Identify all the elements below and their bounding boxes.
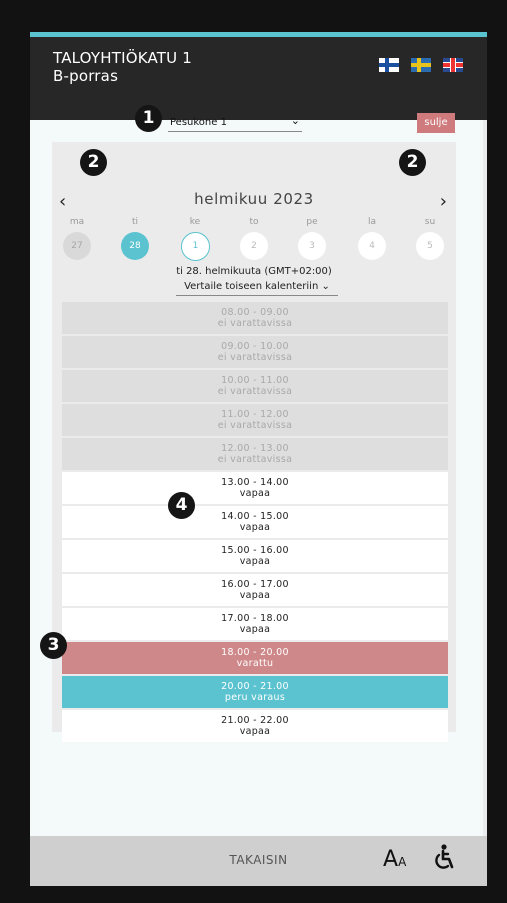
time-slot-unavailable: 11.00 - 12.00 ei varattavissa [62, 404, 448, 436]
time-slot-unavailable: 08.00 - 09.00 ei varattavissa [62, 302, 448, 334]
language-switcher [379, 58, 463, 72]
slot-time: 13.00 - 14.00 [221, 477, 289, 488]
compare-calendar-label: Vertaile toiseen kalenteriin [184, 281, 319, 292]
font-size-icon[interactable]: AA [383, 847, 406, 872]
weekday-label: ti [131, 217, 139, 227]
slot-status: ei varattavissa [217, 386, 293, 397]
staircase-name: B-porras [53, 67, 119, 85]
scrollbar[interactable] [483, 120, 487, 868]
slot-status: ei varattavissa [217, 352, 293, 363]
font-size-small: A [398, 855, 407, 869]
slot-time: 08.00 - 09.00 [221, 307, 289, 318]
chevron-down-icon: ⌄ [290, 114, 300, 127]
time-slot-free[interactable]: 16.00 - 17.00 vapaa [62, 574, 448, 606]
slot-time: 16.00 - 17.00 [221, 579, 289, 590]
month-title: helmikuu 2023 [194, 190, 314, 208]
day-row: 27 28 1 2 3 4 5 [52, 232, 456, 264]
building-name: TALOYHTIÖKATU 1 [53, 49, 193, 67]
annotation-marker: 2 [399, 149, 426, 176]
slot-status: vapaa [239, 522, 271, 533]
time-slot-booked: 18.00 - 20.00 varattu [62, 642, 448, 674]
day-cell-today[interactable]: 1 [181, 232, 210, 261]
time-slot-unavailable: 10.00 - 11.00 ei varattavissa [62, 370, 448, 402]
weekday-label: la [367, 217, 376, 227]
slot-time: 09.00 - 10.00 [221, 341, 289, 352]
time-slot-free[interactable]: 14.00 - 15.00 vapaa [62, 506, 448, 538]
slot-time: 20.00 - 21.00 [221, 681, 289, 692]
chevron-down-icon: ⌄ [321, 281, 330, 292]
se-flag-icon[interactable] [411, 58, 431, 72]
weekday-label: su [424, 217, 436, 227]
weekday-label: pe [306, 217, 318, 227]
weekday-label: ke [189, 217, 201, 227]
machine-select-value: Pesukone 1 [170, 117, 227, 128]
slot-status: vapaa [239, 488, 271, 499]
footer-bar: TAKAISIN AA [30, 836, 487, 886]
day-cell-selected[interactable]: 28 [121, 232, 149, 260]
fi-flag-icon[interactable] [379, 58, 399, 72]
slot-time: 15.00 - 16.00 [221, 545, 289, 556]
slot-status: ei varattavissa [217, 318, 293, 329]
slot-status: vapaa [239, 590, 271, 601]
font-size-big: A [383, 847, 399, 872]
time-slot-list: 08.00 - 09.00 ei varattavissa 09.00 - 10.… [62, 302, 448, 744]
slot-time: 21.00 - 22.00 [221, 715, 289, 726]
day-cell[interactable]: 3 [298, 232, 326, 260]
time-slot-free[interactable]: 13.00 - 14.00 vapaa [62, 472, 448, 504]
slot-status: ei varattavissa [217, 454, 293, 465]
annotation-marker: 2 [80, 149, 107, 176]
accessibility-icon[interactable] [432, 844, 456, 876]
weekday-label: ma [69, 217, 85, 227]
slot-status: varattu [236, 658, 274, 669]
slot-time: 10.00 - 11.00 [221, 375, 289, 386]
day-cell[interactable]: 27 [63, 232, 91, 260]
calendar-panel: ‹ helmikuu 2023 › ma ti ke to pe la su 2… [52, 142, 456, 742]
annotation-marker: 4 [168, 492, 195, 519]
slot-time: 18.00 - 20.00 [221, 647, 289, 658]
device-frame: TALOYHTIÖKATU 1 B-porras Pesukone 1 ⌄ su… [0, 0, 507, 903]
time-slot-unavailable: 12.00 - 13.00 ei varattavissa [62, 438, 448, 470]
slot-status: vapaa [239, 556, 271, 567]
slot-time: 12.00 - 13.00 [221, 443, 289, 454]
time-slot-own-booking[interactable]: 20.00 - 21.00 peru varaus [62, 676, 448, 708]
annotation-marker: 1 [135, 105, 162, 132]
slot-status: vapaa [239, 726, 271, 737]
slot-time: 17.00 - 18.00 [221, 613, 289, 624]
time-slot-free[interactable]: 21.00 - 22.00 vapaa [62, 710, 448, 742]
slot-time: 11.00 - 12.00 [221, 409, 289, 420]
slot-status: ei varattavissa [217, 420, 293, 431]
cancel-booking-label: peru varaus [224, 692, 286, 703]
machine-select[interactable]: Pesukone 1 ⌄ [168, 114, 302, 132]
day-cell[interactable]: 5 [416, 232, 444, 260]
slot-time: 14.00 - 15.00 [221, 511, 289, 522]
day-cell[interactable]: 4 [358, 232, 386, 260]
time-slot-free[interactable]: 15.00 - 16.00 vapaa [62, 540, 448, 572]
close-button[interactable]: sulje [417, 113, 455, 133]
annotation-marker: 3 [40, 632, 67, 659]
time-slot-free[interactable]: 17.00 - 18.00 vapaa [62, 608, 448, 640]
weekday-row: ma ti ke to pe la su [52, 217, 456, 227]
day-cell[interactable]: 2 [240, 232, 268, 260]
time-slot-unavailable: 09.00 - 10.00 ei varattavissa [62, 336, 448, 368]
header: TALOYHTIÖKATU 1 B-porras [30, 37, 487, 120]
uk-flag-icon[interactable] [443, 58, 463, 72]
weekday-label: to [249, 217, 259, 227]
next-month-icon[interactable]: › [440, 191, 447, 212]
compare-calendar-select[interactable]: Vertaile toiseen kalenteriin ⌄ [176, 281, 338, 296]
selected-date-label: ti 28. helmikuuta (GMT+02:00) [176, 266, 332, 277]
back-button[interactable]: TAKAISIN [30, 853, 487, 867]
slot-status: vapaa [239, 624, 271, 635]
